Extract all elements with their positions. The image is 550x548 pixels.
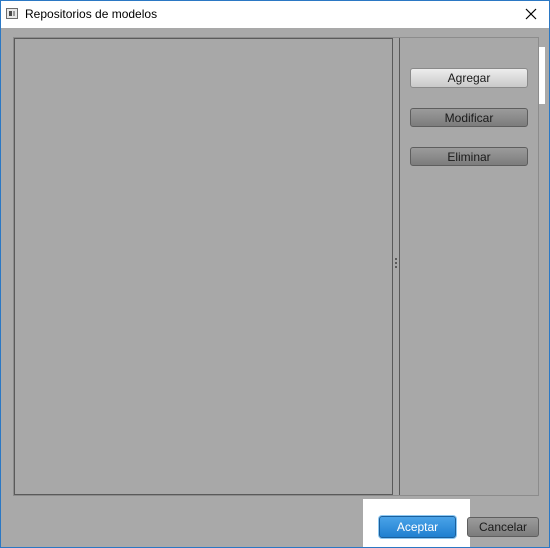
dialog-window: Repositorios de modelos Agregar Modifica… — [0, 0, 550, 548]
close-icon — [525, 8, 537, 20]
split-pane — [13, 37, 539, 496]
accept-button[interactable]: Aceptar — [379, 516, 456, 538]
window-title: Repositorios de modelos — [25, 7, 158, 21]
dialog-content: Agregar Modificar Eliminar Aceptar Cance… — [1, 28, 549, 547]
title-bar: Repositorios de modelos — [1, 1, 549, 28]
close-button[interactable] — [519, 3, 543, 25]
modify-button[interactable]: Modificar — [410, 108, 528, 127]
splitter-grip-icon — [395, 258, 397, 268]
cancel-button[interactable]: Cancelar — [467, 517, 539, 537]
add-button[interactable]: Agregar — [410, 68, 528, 88]
actions-pane — [399, 38, 538, 495]
delete-button[interactable]: Eliminar — [410, 147, 528, 166]
window-app-icon — [6, 8, 18, 19]
repository-list[interactable] — [14, 38, 393, 495]
